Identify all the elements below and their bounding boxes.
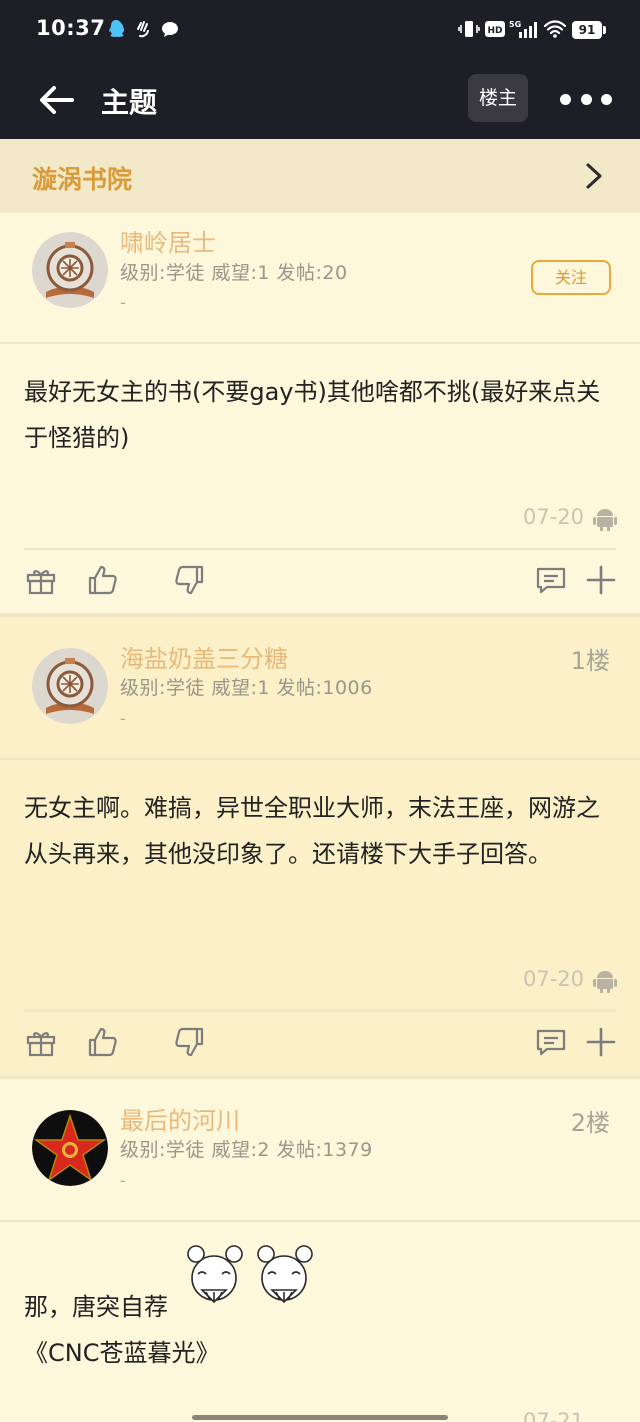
comment-icon[interactable]	[534, 563, 568, 597]
battery-indicator: 91	[572, 21, 606, 39]
gift-icon[interactable]	[24, 1025, 58, 1059]
only-owner-button[interactable]: 楼主	[468, 74, 528, 122]
post-content-line: 《CNC苍蓝暮光》	[24, 1339, 220, 1367]
divider	[24, 1010, 616, 1012]
diver-helmet-avatar-icon	[32, 648, 108, 724]
page-title: 主题	[101, 86, 158, 119]
post-reply: 海盐奶盖三分糖 级别:学徒 威望:1 发帖:1006 - 1楼 无女主啊。难搞，…	[0, 617, 640, 1075]
back-arrow-icon	[40, 86, 74, 114]
post-header: 最后的河川 级别:学徒 威望:2 发帖:1379 - 2楼	[0, 1079, 640, 1222]
more-dot-icon	[580, 93, 592, 105]
floor-number: 2楼	[570, 1109, 610, 1137]
more-dot-icon	[601, 93, 612, 105]
comment-icon[interactable]	[534, 1025, 568, 1059]
status-time: 10:37	[36, 16, 106, 40]
more-dot-icon	[560, 93, 571, 105]
chevron-right-icon	[586, 163, 602, 189]
gift-icon[interactable]	[24, 563, 58, 597]
post-header: 啸岭居士 级别:学徒 威望:1 发帖:20 - 关注	[0, 213, 640, 344]
svg-text:5G: 5G	[509, 20, 521, 29]
qq-icon	[106, 18, 126, 40]
user-signature: -	[120, 709, 126, 728]
username[interactable]: 海盐奶盖三分糖	[120, 639, 288, 674]
app-header: 主题 楼主	[0, 60, 640, 139]
avatar[interactable]	[32, 648, 108, 724]
post-time: 07-20	[522, 967, 584, 991]
vibrate-icon	[458, 18, 480, 40]
hand-icon	[134, 18, 152, 40]
post-reply: 最后的河川 级别:学徒 威望:2 发帖:1379 - 2楼 那，唐突自荐 《CN…	[0, 1079, 640, 1422]
avatar[interactable]	[32, 232, 108, 308]
hd-icon: HD	[484, 18, 506, 40]
post-header: 海盐奶盖三分糖 级别:学徒 威望:1 发帖:1006 - 1楼	[0, 617, 640, 760]
red-star-avatar-icon	[32, 1110, 108, 1186]
plus-icon[interactable]	[584, 563, 618, 597]
more-options-button[interactable]	[554, 84, 618, 114]
android-icon	[593, 509, 617, 531]
post-action-bar	[0, 551, 640, 615]
emoji-sticker	[176, 1245, 336, 1336]
post-content-line: 那，唐突自荐	[24, 1293, 168, 1321]
thumbs-up-icon[interactable]	[86, 563, 120, 597]
post-content: 那，唐突自荐 《CNC苍蓝暮光》	[24, 1245, 619, 1376]
thumbs-down-icon[interactable]	[172, 563, 206, 597]
follow-button[interactable]: 关注	[531, 260, 611, 295]
divider	[24, 548, 616, 550]
post-content: 最好无女主的书(不要gay书)其他啥都不挑(最好来点关于怪猎的)	[24, 378, 601, 452]
username[interactable]: 最后的河川	[120, 1101, 240, 1136]
wifi-icon	[543, 18, 567, 40]
user-meta: 级别:学徒 威望:2 发帖:1379	[120, 1139, 373, 1161]
anime-girl-sticker-icon	[186, 1245, 313, 1304]
forum-link-bar[interactable]: 漩涡书院	[0, 139, 640, 213]
diver-helmet-avatar-icon	[32, 232, 108, 308]
username[interactable]: 啸岭居士	[120, 223, 216, 258]
avatar[interactable]	[32, 1110, 108, 1186]
user-signature: -	[120, 1171, 126, 1190]
svg-text:HD: HD	[487, 26, 502, 36]
user-meta: 级别:学徒 威望:1 发帖:1006	[120, 677, 373, 699]
status-bar: 10:37 HD 5G 91	[0, 0, 640, 60]
post-action-bar	[0, 1013, 640, 1077]
post-time: 07-21	[522, 1409, 584, 1422]
cellular-signal-icon: 5G	[509, 18, 537, 40]
plus-icon[interactable]	[584, 1025, 618, 1059]
post-time: 07-20	[522, 505, 584, 529]
post-content: 无女主啊。难搞，异世全职业大师，末法王座，网游之从头再来，其他没印象了。还请楼下…	[24, 794, 600, 868]
thumbs-up-icon[interactable]	[86, 1025, 120, 1059]
message-bubble-icon	[160, 18, 180, 40]
user-signature: -	[120, 293, 126, 312]
user-meta: 级别:学徒 威望:1 发帖:20	[120, 262, 348, 284]
post-main: 啸岭居士 级别:学徒 威望:1 发帖:20 - 关注 最好无女主的书(不要gay…	[0, 213, 640, 613]
forum-name: 漩涡书院	[32, 165, 133, 194]
android-icon	[593, 971, 617, 993]
back-button[interactable]	[36, 80, 80, 120]
thumbs-down-icon[interactable]	[172, 1025, 206, 1059]
floor-number: 1楼	[570, 647, 610, 675]
home-indicator[interactable]	[192, 1415, 448, 1420]
